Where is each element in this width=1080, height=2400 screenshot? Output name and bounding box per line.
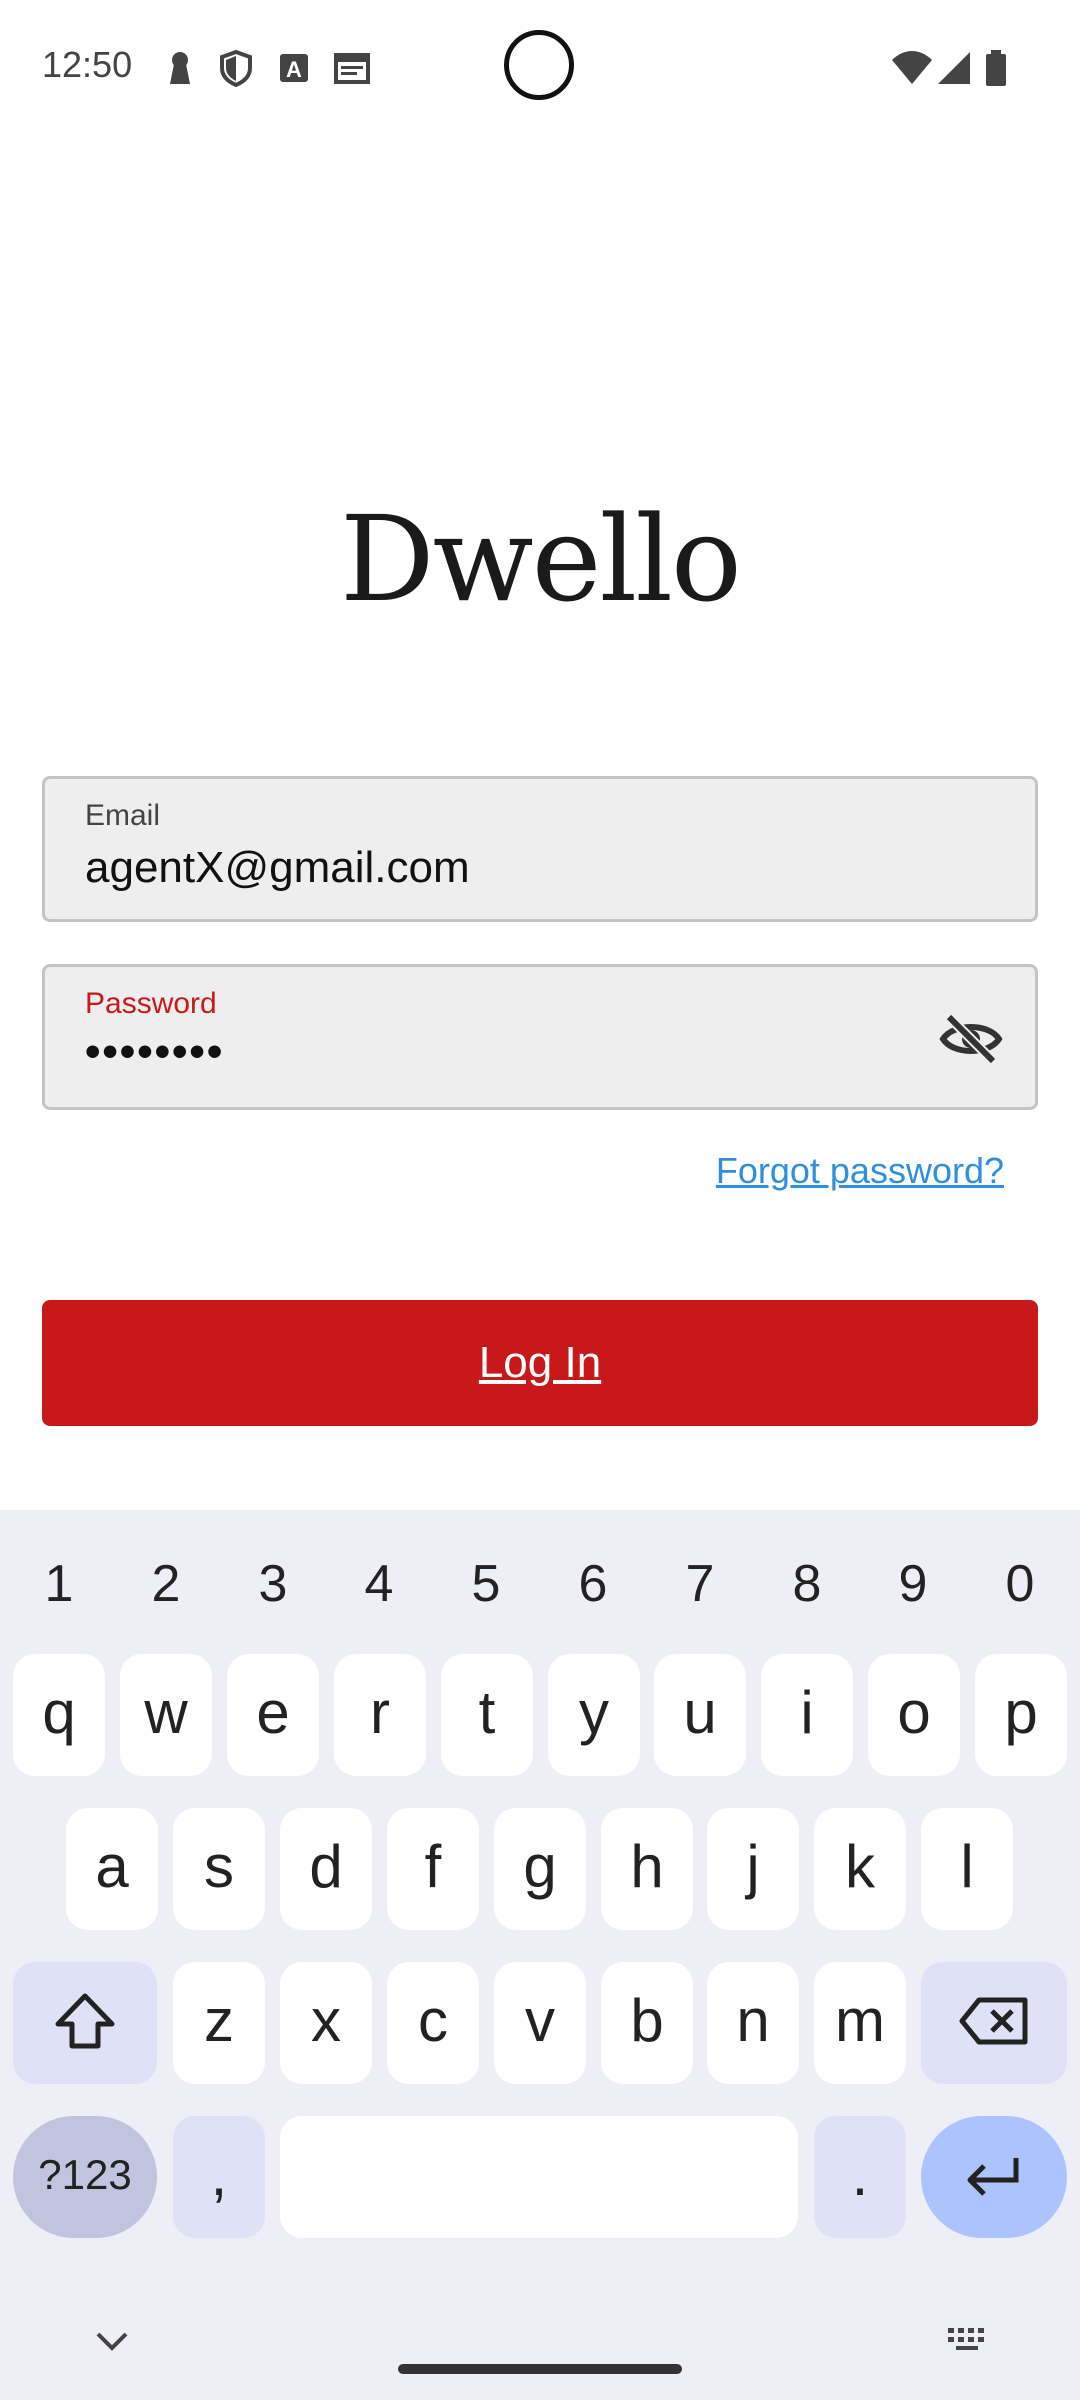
key-p[interactable]: p <box>975 1654 1067 1776</box>
key-r[interactable]: r <box>334 1654 426 1776</box>
key-c[interactable]: c <box>387 1962 479 2084</box>
key-y[interactable]: y <box>548 1654 640 1776</box>
key-o[interactable]: o <box>868 1654 960 1776</box>
text-badge-icon: A <box>280 54 308 82</box>
key-b[interactable]: b <box>601 1962 693 2084</box>
key-k[interactable]: k <box>814 1808 906 1930</box>
keyboard: 1 2 3 4 5 6 7 8 9 0 q w e r t y u i o p … <box>0 1510 1080 2400</box>
key-d[interactable]: d <box>280 1808 372 1930</box>
eye-off-icon[interactable] <box>939 1011 1003 1067</box>
email-value: agentX@gmail.com <box>85 843 470 892</box>
comma-key[interactable]: , <box>173 2116 265 2238</box>
shield-icon <box>220 49 252 88</box>
key-8[interactable]: 8 <box>762 1554 852 1614</box>
key-2[interactable]: 2 <box>121 1554 211 1614</box>
status-time: 12:50 <box>42 44 133 85</box>
battery-icon <box>986 50 1006 86</box>
password-field[interactable]: Password •••••••• <box>42 964 1038 1110</box>
password-value: •••••••• <box>85 1027 225 1076</box>
key-5[interactable]: 5 <box>441 1554 531 1614</box>
key-i[interactable]: i <box>761 1654 853 1776</box>
key-9[interactable]: 9 <box>868 1554 958 1614</box>
home-indicator[interactable] <box>398 2364 682 2374</box>
keyboard-icon[interactable] <box>946 2326 990 2354</box>
key-q[interactable]: q <box>13 1654 105 1776</box>
key-v[interactable]: v <box>494 1962 586 2084</box>
chevron-down-icon[interactable] <box>92 2330 132 2354</box>
key-h[interactable]: h <box>601 1808 693 1930</box>
key-a[interactable]: a <box>66 1808 158 1930</box>
key-w[interactable]: w <box>120 1654 212 1776</box>
backspace-icon <box>959 1997 1028 2045</box>
key-4[interactable]: 4 <box>334 1554 424 1614</box>
key-j[interactable]: j <box>707 1808 799 1930</box>
keyhole-icon <box>170 52 190 84</box>
password-label: Password <box>85 987 217 1020</box>
key-7[interactable]: 7 <box>655 1554 745 1614</box>
enter-key[interactable] <box>921 2116 1067 2238</box>
shift-icon <box>55 1993 115 2049</box>
email-field[interactable]: Email agentX@gmail.com <box>42 776 1038 922</box>
key-3[interactable]: 3 <box>228 1554 318 1614</box>
login-button[interactable]: Log In <box>42 1300 1038 1426</box>
key-e[interactable]: e <box>227 1654 319 1776</box>
camera-cutout <box>504 30 574 100</box>
space-key[interactable] <box>280 2116 798 2238</box>
key-m[interactable]: m <box>814 1962 906 2084</box>
wifi-icon <box>892 51 932 84</box>
key-u[interactable]: u <box>654 1654 746 1776</box>
email-label: Email <box>85 799 161 832</box>
forgot-password-link[interactable]: Forgot password? <box>716 1150 1004 1192</box>
key-1[interactable]: 1 <box>14 1554 104 1614</box>
key-f[interactable]: f <box>387 1808 479 1930</box>
svg-text:A: A <box>286 57 302 82</box>
key-x[interactable]: x <box>280 1962 372 2084</box>
backspace-key[interactable] <box>921 1962 1067 2084</box>
key-l[interactable]: l <box>921 1808 1013 1930</box>
shift-key[interactable] <box>13 1962 157 2084</box>
symbols-key[interactable]: ?123 <box>13 2116 157 2238</box>
key-t[interactable]: t <box>441 1654 533 1776</box>
key-6[interactable]: 6 <box>548 1554 638 1614</box>
key-0[interactable]: 0 <box>975 1554 1065 1614</box>
number-row: 1 2 3 4 5 6 7 8 9 0 <box>0 1530 1080 1640</box>
key-z[interactable]: z <box>173 1962 265 2084</box>
status-bar: 12:50 A <box>0 0 1080 130</box>
key-g[interactable]: g <box>494 1808 586 1930</box>
enter-icon <box>967 2158 1019 2196</box>
key-n[interactable]: n <box>707 1962 799 2084</box>
key-s[interactable]: s <box>173 1808 265 1930</box>
calendar-icon <box>334 53 370 84</box>
period-key[interactable]: . <box>814 2116 906 2238</box>
app-logo: Dwello <box>340 490 742 628</box>
signal-icon <box>938 52 970 84</box>
